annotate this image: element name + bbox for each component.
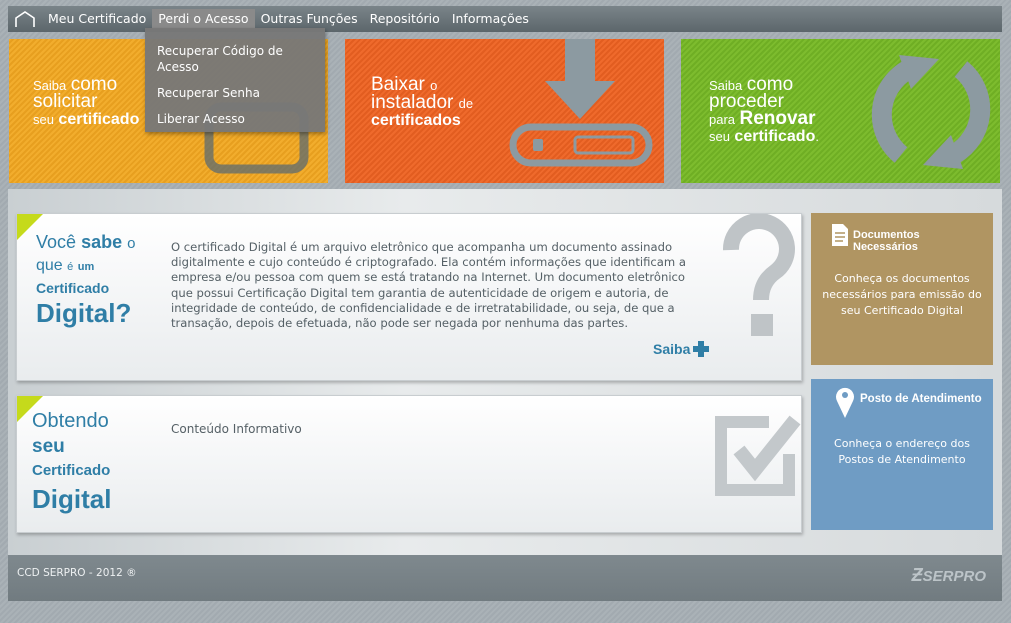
side-box-text: necessários para emissão do bbox=[822, 288, 982, 301]
banner-text: de bbox=[458, 96, 474, 111]
main-content-panel: Você sabe o que é um Certificado Digital… bbox=[8, 189, 1002, 555]
banner-text: para bbox=[709, 112, 736, 127]
card-title-text: o bbox=[127, 235, 136, 252]
copyright-text: CCD SERPRO - 2012 ® bbox=[17, 567, 137, 579]
description-line: digitalmente e cujo conteúdo é criptogra… bbox=[171, 255, 686, 270]
side-box-documentos[interactable]: Documentos Necessários Conheça os docume… bbox=[811, 213, 993, 365]
banner-text: certificados bbox=[371, 112, 461, 129]
serpro-logo-text: SERPRO bbox=[922, 568, 986, 585]
menu-item-recuperar-senha[interactable]: Recuperar Senha bbox=[145, 85, 272, 101]
nav-repositorio[interactable]: Repositório bbox=[364, 9, 446, 29]
description-line: integridade de conteúdo, de confidencial… bbox=[171, 300, 675, 315]
side-box-text: Conheça o endereço dos bbox=[834, 437, 970, 450]
nav-outras-funcoes[interactable]: Outras Funções bbox=[255, 9, 364, 29]
card-title-text: sabe bbox=[81, 232, 123, 252]
description-line: transação, depois de efetuada, não pode … bbox=[171, 316, 629, 331]
nav-perdi-o-acesso[interactable]: Perdi o Acesso bbox=[152, 9, 255, 29]
menu-item-label: Acesso bbox=[157, 60, 199, 74]
banner-baixar-instalador[interactable]: Baixar o instalador de certificados bbox=[345, 39, 664, 183]
banner-text: Renovar bbox=[739, 108, 816, 129]
card-description: O certificado Digital é um arquivo eletr… bbox=[171, 240, 711, 331]
home-icon[interactable] bbox=[8, 6, 42, 32]
menu-item-recuperar-codigo[interactable]: Recuperar Código de Acesso bbox=[145, 43, 295, 75]
banner-text: solicitar bbox=[33, 91, 98, 112]
card-o-que-e-certificado: Você sabe o que é um Certificado Digital… bbox=[16, 213, 802, 381]
nav-informacoes[interactable]: Informações bbox=[446, 9, 535, 29]
side-box-title: Documentos bbox=[853, 229, 920, 241]
side-box-text: Postos de Atendimento bbox=[838, 453, 966, 466]
card-title-text: Certificado bbox=[32, 462, 111, 479]
card-title-text: Obtendo bbox=[32, 410, 109, 432]
side-box-text: seu Certificado Digital bbox=[841, 304, 963, 317]
card-title-text: Você bbox=[36, 232, 77, 252]
side-box-text: Conheça os documentos bbox=[834, 272, 970, 285]
card-title-text: seu bbox=[32, 436, 65, 457]
footer: CCD SERPRO - 2012 ® ƵSERPRO bbox=[8, 555, 1002, 601]
saiba-label: Saiba bbox=[653, 341, 691, 357]
card-obtendo-certificado: Obtendo seu Certificado Digital Conteúdo… bbox=[16, 395, 802, 533]
document-icon bbox=[832, 224, 848, 246]
card-title-text: é bbox=[67, 261, 74, 273]
card-title-text: que bbox=[36, 257, 63, 274]
card-title-text: Certificado bbox=[36, 280, 110, 296]
download-icon bbox=[509, 39, 653, 167]
menu-item-label: Recuperar Código de bbox=[157, 44, 283, 58]
card-title-text: Digital bbox=[32, 484, 112, 514]
side-box-title: Posto de Atendimento bbox=[860, 393, 982, 405]
checkbox-check-icon bbox=[715, 415, 801, 496]
card-description: Conteúdo Informativo bbox=[171, 422, 302, 436]
banner-text: certificado bbox=[734, 128, 816, 145]
banner-text: seu bbox=[33, 112, 54, 127]
side-box-posto-atendimento[interactable]: Posto de Atendimento Conheça o endereço … bbox=[811, 379, 993, 530]
description-line: empresa e/ou pessoa com quem se está tra… bbox=[171, 270, 686, 285]
location-pin-icon bbox=[836, 387, 854, 418]
question-mark-icon bbox=[723, 214, 795, 336]
banner-text: instalador bbox=[371, 92, 454, 113]
banner-text: . bbox=[815, 129, 819, 144]
description-line: que possui Certificação Digital tem gara… bbox=[171, 285, 669, 300]
banner-text: seu bbox=[709, 129, 730, 144]
banner-text: certificado bbox=[58, 111, 140, 128]
refresh-arrows-icon bbox=[871, 55, 991, 169]
banner-text: o bbox=[430, 78, 438, 93]
plus-icon bbox=[693, 341, 710, 357]
side-box-title: Necessários bbox=[853, 241, 918, 253]
description-line: O certificado Digital é um arquivo eletr… bbox=[171, 240, 673, 254]
nav-meu-certificado[interactable]: Meu Certificado bbox=[42, 9, 152, 29]
serpro-logo: ƵSERPRO bbox=[912, 565, 986, 586]
card-title-text: Digital? bbox=[36, 298, 132, 328]
perdi-o-acesso-dropdown: Recuperar Código de Acesso Recuperar Sen… bbox=[145, 28, 325, 132]
menu-item-liberar-acesso[interactable]: Liberar Acesso bbox=[145, 111, 257, 127]
saiba-mais-link[interactable]: Saiba bbox=[653, 340, 710, 358]
card-title-text: um bbox=[77, 261, 95, 273]
serpro-mark-icon: Ƶ bbox=[911, 565, 923, 585]
banner-renovar-certificado[interactable]: Saiba como proceder para Renovar seu cer… bbox=[681, 39, 1000, 183]
